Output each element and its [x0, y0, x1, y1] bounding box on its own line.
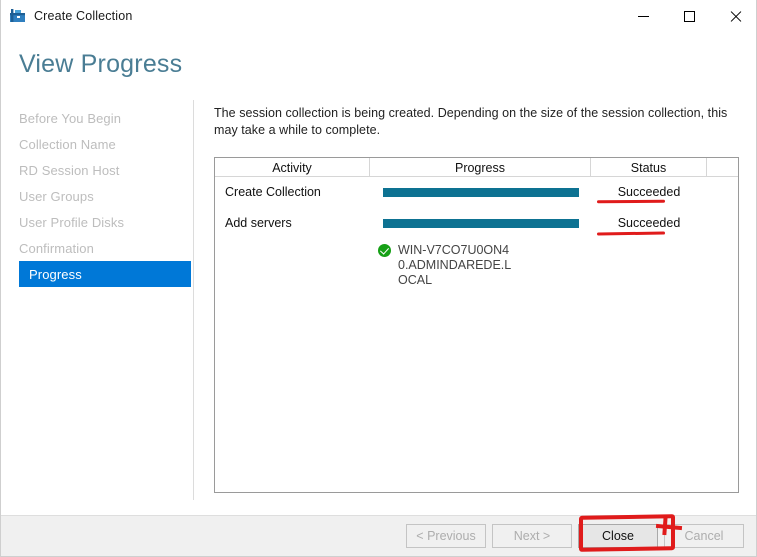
page-title: View Progress: [19, 50, 183, 78]
sidebar-item-rd-session-host[interactable]: RD Session Host: [1, 157, 193, 183]
sidebar-item-label: Before You Begin: [19, 110, 122, 126]
sidebar-divider: [193, 100, 194, 500]
column-header-activity: Activity: [215, 158, 370, 177]
sidebar-item-label: Progress: [29, 266, 82, 282]
column-header-status: Status: [591, 158, 707, 177]
close-window-button[interactable]: [712, 0, 756, 32]
success-check-icon: [378, 244, 391, 257]
sidebar-item-user-profile-disks[interactable]: User Profile Disks: [1, 209, 193, 235]
sidebar-item-label: Collection Name: [19, 136, 116, 152]
main-content: The session collection is being created.…: [214, 105, 742, 139]
server-result-row: WIN-V7CO7U0ON40.ADMINDAREDE.LOCAL: [215, 243, 738, 288]
cell-status: Succeeded: [591, 177, 707, 199]
cell-progress: [370, 177, 591, 197]
table-header-row: Activity Progress Status: [215, 158, 738, 177]
progress-table-panel: Activity Progress Status Create Collecti…: [214, 157, 739, 493]
sidebar-item-progress[interactable]: Progress: [19, 261, 191, 287]
sidebar-item-label: User Groups: [19, 188, 94, 204]
annotation-underline-status-1: [596, 199, 666, 204]
previous-button[interactable]: < Previous: [406, 524, 486, 548]
column-header-spacer: [707, 158, 738, 177]
cell-status: Succeeded: [591, 208, 707, 230]
cancel-button[interactable]: Cancel: [664, 524, 744, 548]
instruction-text: The session collection is being created.…: [214, 106, 728, 137]
minimize-button[interactable]: [620, 0, 666, 32]
next-button[interactable]: Next >: [492, 524, 572, 548]
create-collection-wizard-window: Create Collection View Progress Before Y…: [0, 0, 757, 557]
window-title: Create Collection: [34, 9, 133, 23]
table-row[interactable]: Create Collection Succeeded: [215, 177, 738, 208]
minimize-icon: [637, 15, 649, 17]
sidebar-item-confirmation[interactable]: Confirmation: [1, 235, 193, 261]
sidebar-item-user-groups[interactable]: User Groups: [1, 183, 193, 209]
close-button[interactable]: Close: [578, 524, 658, 548]
window-controls: [620, 0, 756, 32]
wizard-steps-sidebar: Before You Begin Collection Name RD Sess…: [1, 105, 193, 287]
sidebar-item-collection-name[interactable]: Collection Name: [1, 131, 193, 157]
sidebar-item-label: User Profile Disks: [19, 214, 125, 230]
progress-bar: [382, 188, 579, 197]
column-header-progress: Progress: [370, 158, 591, 177]
cell-activity: Create Collection: [225, 185, 321, 199]
cell-activity: Add servers: [225, 216, 292, 230]
status-badge: Succeeded: [617, 216, 681, 230]
wizard-footer: < Previous Next > Close Cancel: [1, 515, 756, 556]
maximize-button[interactable]: [666, 0, 712, 32]
sidebar-item-before-you-begin[interactable]: Before You Begin: [1, 105, 193, 131]
maximize-icon: [683, 10, 695, 22]
sidebar-item-label: RD Session Host: [19, 162, 120, 178]
cell-progress: [370, 208, 591, 228]
server-name-label: WIN-V7CO7U0ON40.ADMINDAREDE.LOCAL: [398, 243, 512, 287]
title-bar: Create Collection: [1, 0, 756, 32]
progress-bar: [382, 219, 579, 228]
status-badge: Succeeded: [617, 185, 681, 199]
sidebar-item-label: Confirmation: [19, 240, 94, 256]
collection-toolbox-icon: [9, 7, 27, 25]
close-icon: [729, 10, 742, 23]
